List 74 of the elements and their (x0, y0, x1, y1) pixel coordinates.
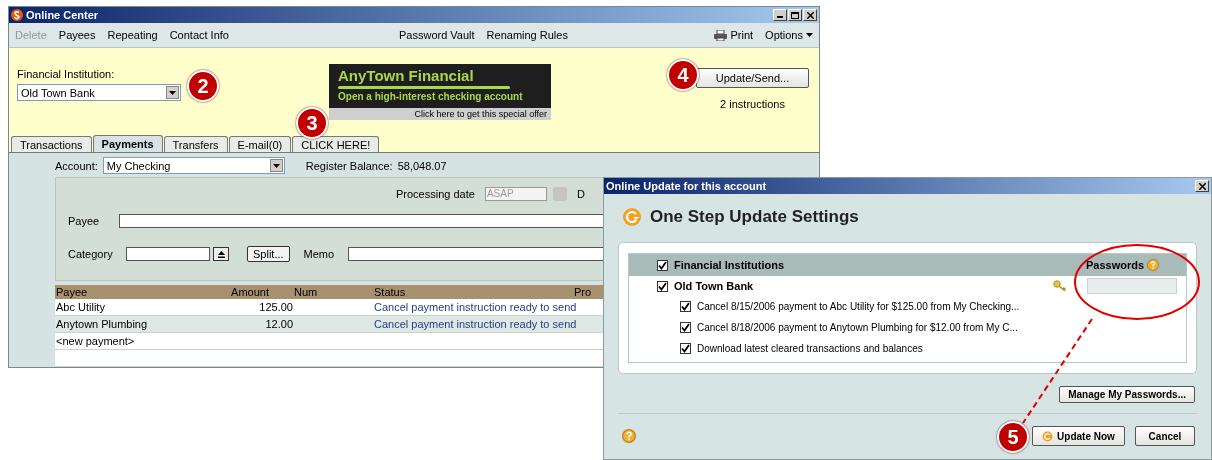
payee-cell-text: Anytown Plumbing (55, 318, 149, 330)
payee-cell-text: Abc Utility (55, 301, 106, 313)
close-button[interactable] (1195, 180, 1209, 192)
field-label: D (576, 188, 585, 200)
maximize-button[interactable] (788, 9, 802, 21)
checkbox[interactable] (657, 259, 668, 271)
toolbar-item[interactable]: Password Vault (399, 29, 475, 41)
column-header[interactable]: Payee (55, 286, 205, 298)
dialog-heading: One Step Update Settings (650, 207, 859, 227)
update-send-button[interactable]: Update/Send... (696, 68, 809, 88)
dialog-title: Online Update for this account (606, 180, 767, 192)
bank-label: Old Town Bank (674, 280, 754, 292)
maximize-icon (791, 11, 799, 19)
category-label: Category (68, 248, 114, 260)
passwords-label: Passwords (1086, 259, 1145, 271)
column-header[interactable]: Amount (205, 286, 293, 298)
help-icon[interactable] (1147, 259, 1160, 271)
refresh-icon (622, 207, 642, 227)
key-icon (1053, 280, 1067, 292)
tab[interactable]: Payments (92, 135, 163, 152)
minimize-button[interactable] (773, 9, 787, 21)
checkbox[interactable] (680, 301, 691, 312)
toolbar-item[interactable]: Contact Info (169, 29, 229, 41)
caret-icon (806, 33, 813, 37)
checkbox[interactable] (680, 343, 691, 354)
offer-link[interactable]: Click here to get this special offer (329, 108, 551, 120)
account-label: Account: (55, 159, 98, 172)
header-label: Financial Institutions (674, 259, 784, 271)
payee-label: Payee (68, 215, 100, 227)
column-header[interactable]: Status (373, 286, 573, 298)
toolbar-item[interactable]: Payees (58, 29, 96, 41)
institution-dropdown[interactable]: Old Town Bank (17, 84, 181, 101)
close-icon (806, 11, 814, 19)
password-field[interactable] (1087, 278, 1177, 294)
tab[interactable]: E-mail(0) (228, 136, 292, 152)
caret-icon (272, 163, 280, 168)
app-logo-icon (11, 9, 23, 21)
institution-label: Financial Institution: (17, 68, 116, 80)
cancel-button[interactable]: Cancel (1135, 426, 1195, 446)
split-button[interactable]: Split... (247, 246, 290, 262)
processing-date-label: Processing date (396, 188, 475, 200)
account-dropdown[interactable]: My Checking (102, 157, 285, 174)
caret-icon (169, 90, 176, 95)
printer-icon[interactable] (714, 29, 728, 41)
options-menu[interactable]: Options (765, 29, 803, 41)
close-icon (1198, 182, 1206, 190)
balance-value: 58,048.07 (397, 159, 447, 172)
column-header[interactable]: Num (293, 286, 373, 298)
refresh-icon (1042, 430, 1054, 442)
checkbox[interactable] (657, 280, 668, 292)
help-icon[interactable] (622, 429, 636, 443)
balance-label: Register Balance: (305, 159, 393, 172)
category-field[interactable] (126, 247, 210, 261)
tab[interactable]: Transactions (11, 136, 92, 152)
amount-cell-text: 12.00 (264, 318, 293, 330)
ad-banner[interactable]: AnyTown Financial Open a high-interest checking account Click here to get this special offer (329, 64, 551, 120)
dropdown-button[interactable] (213, 247, 229, 261)
window-title: Online Center (26, 9, 99, 21)
ad-title: AnyTown Financial (337, 66, 475, 84)
close-button[interactable] (803, 9, 817, 21)
amount-cell-text: 125.00 (258, 301, 293, 313)
toolbar-item[interactable]: Repeating (107, 29, 158, 41)
tab[interactable]: CLICK HERE! (292, 136, 380, 152)
checkbox[interactable] (680, 322, 691, 333)
toolbar-item[interactable]: Renaming Rules (486, 29, 568, 41)
manage-passwords-button[interactable]: Manage My Passwords... (1059, 386, 1195, 403)
ad-subtitle: Open a high-interest checking account (337, 90, 524, 102)
instructions-count: 2 instructions (720, 98, 785, 110)
update-now-button[interactable]: Update Now (1032, 426, 1125, 446)
memo-label: Memo (303, 248, 335, 260)
arrow-icon (217, 250, 225, 258)
print-button[interactable]: Print (730, 29, 754, 41)
payee-cell-text: <new payment> (55, 335, 136, 347)
tab[interactable]: Transfers (163, 136, 228, 152)
